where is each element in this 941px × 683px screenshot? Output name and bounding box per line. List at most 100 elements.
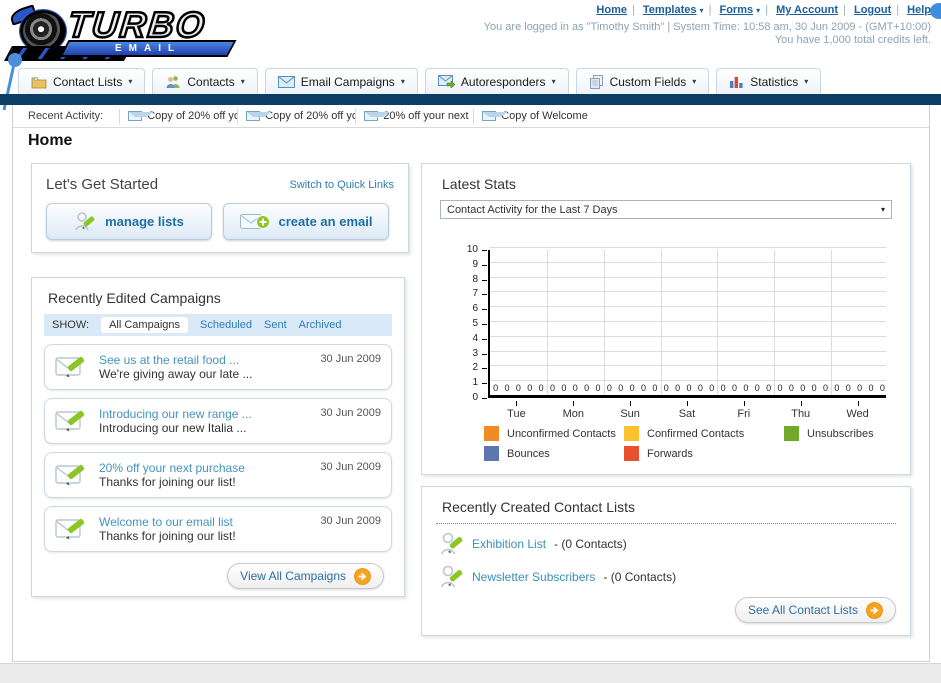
campaign-title-link[interactable]: 20% off your next purchase (99, 461, 310, 475)
tab-email-campaigns[interactable]: Email Campaigns ▾ (264, 68, 418, 94)
recent-activity-item[interactable]: Copy of 20% off yc (237, 108, 355, 124)
filter-archived[interactable]: Archived (299, 319, 342, 331)
see-all-contact-lists-label: See All Contact Lists (747, 603, 858, 617)
campaign-date: 30 Jun 2009 (320, 407, 381, 419)
switch-quick-links-link[interactable]: Switch to Quick Links (289, 179, 394, 191)
nav-link-templates[interactable]: Templates (643, 4, 697, 16)
chart-gridline (490, 261, 886, 263)
contact-list-link[interactable]: Exhibition List (472, 537, 546, 551)
chart-value-label: 0 (686, 383, 692, 393)
chart-gridline (490, 335, 886, 337)
tab-custom-fields[interactable]: Custom Fields ▾ (575, 68, 710, 94)
campaign-subtitle: Introducing our new Italia ... (99, 421, 247, 435)
chart-xtick-mark (516, 401, 518, 406)
caret-down-icon: ▾ (551, 77, 556, 86)
caret-down-icon[interactable]: ▾ (700, 6, 704, 15)
top-nav: Home | Templates ▾ | Forms ▾ | My Account | … (596, 4, 931, 16)
campaign-title-link[interactable]: See us at the retail food ... (99, 353, 310, 367)
chart-legend: Unconfirmed Contacts Confirmed Contacts Un… (484, 426, 934, 461)
tab-label: Custom Fields (609, 74, 687, 89)
tab-contacts[interactable]: Contacts ▾ (152, 68, 258, 94)
chart-value-label: 0 (879, 383, 885, 393)
legend-item: Forwards (624, 446, 784, 461)
envelope-icon (482, 111, 508, 121)
dotted-separator (436, 523, 896, 524)
chart-plot: 00000000000000000000000000000000000 (488, 247, 886, 398)
nav-link-logout[interactable]: Logout (854, 4, 891, 16)
campaign-card[interactable]: See us at the retail food ... We're givi… (44, 344, 392, 390)
chart-value-label: 0 (868, 383, 874, 393)
chart-value-label: 0 (652, 383, 658, 393)
recent-activity-item[interactable]: Copy of Welcome tc (473, 108, 591, 124)
chart-value-label: 0 (584, 383, 590, 393)
caret-down-icon[interactable]: ▾ (756, 6, 760, 15)
filter-scheduled[interactable]: Scheduled (200, 319, 252, 331)
nav-link-help[interactable]: Help (907, 4, 931, 16)
tab-label: Statistics (750, 74, 799, 89)
chart-value-label: 0 (697, 383, 703, 393)
contact-list-count: - (0 Contacts) (603, 570, 677, 584)
view-all-campaigns-label: View All Campaigns (240, 569, 346, 583)
contact-lists-panel: Recently Created Contact Lists Exhibitio… (421, 486, 911, 636)
chart-value-label: 0 (743, 383, 749, 393)
tab-contact-lists[interactable]: Contact Lists ▾ (18, 68, 146, 94)
caret-down-icon: ▾ (692, 77, 697, 86)
chart-gridline (490, 247, 886, 248)
contact-list-item: Exhibition List - (0 Contacts) (440, 531, 910, 557)
chart-value-label: 0 (811, 383, 817, 393)
folder-icon (31, 76, 47, 88)
get-started-panel: Let's Get Started Switch to Quick Links … (31, 163, 409, 253)
campaign-title-link[interactable]: Welcome to our email list (99, 515, 310, 529)
recent-activity-item[interactable]: 20% off your next (355, 108, 473, 124)
turbo-logo: TURBO EMAIL (4, 2, 246, 62)
view-all-campaigns-button[interactable]: View All Campaigns (227, 563, 384, 589)
campaign-title-link[interactable]: Introducing our new range ... (99, 407, 310, 421)
recent-activity-label: Recent Activity: (28, 110, 104, 122)
chart-xtick-mark (743, 401, 745, 406)
envelope-pencil-icon (55, 518, 85, 540)
campaign-date: 30 Jun 2009 (320, 515, 381, 527)
chart-ytick-mark (482, 294, 487, 296)
chart-value-label: 0 (857, 383, 863, 393)
filter-sent[interactable]: Sent (264, 319, 287, 331)
nav-link-forms[interactable]: Forms (719, 4, 753, 16)
filter-all-campaigns[interactable]: All Campaigns (101, 317, 188, 333)
nav-link-my-account[interactable]: My Account (776, 4, 838, 16)
chart-value-label: 0 (629, 383, 635, 393)
chart-gridline (490, 365, 886, 367)
chart-gridline (490, 321, 886, 322)
stats-report-select[interactable]: Contact Activity for the Last 7 Days ▾ (440, 200, 892, 219)
chart-value-label: 0 (777, 383, 783, 393)
nav-link-home[interactable]: Home (596, 4, 627, 16)
envelope-plus-icon (239, 213, 270, 229)
campaign-card[interactable]: Welcome to our email list Thanks for joi… (44, 506, 392, 552)
person-pencil-icon (440, 565, 463, 588)
help-bubble-icon[interactable] (930, 3, 941, 19)
chart-gridline (490, 276, 886, 278)
create-email-button[interactable]: create an email (223, 203, 389, 240)
chart-ytick-label: 3 (472, 347, 478, 359)
chart-xtick-label: Fri (737, 408, 751, 420)
manage-lists-label: manage lists (105, 214, 184, 229)
chart-value-label: 0 (754, 383, 760, 393)
recent-activity-item[interactable]: Copy of 20% off yc (119, 108, 237, 124)
chart-gridline (831, 250, 833, 395)
contact-list-link[interactable]: Newsletter Subscribers (472, 570, 595, 584)
chart-ytick-label: 6 (472, 303, 478, 315)
chart-ytick-mark (482, 368, 487, 370)
footer-strip (0, 663, 941, 683)
legend-swatch-icon (624, 426, 639, 441)
caret-down-icon: ▾ (400, 77, 405, 86)
tab-statistics[interactable]: Statistics ▾ (716, 68, 822, 94)
campaign-card[interactable]: Introducing our new range ... Introducin… (44, 398, 392, 444)
see-all-contact-lists-button[interactable]: See All Contact Lists (734, 597, 896, 623)
tab-autoresponders[interactable]: Autoresponders ▾ (424, 68, 569, 94)
campaign-filter-bar: SHOW: All Campaigns Scheduled Sent Archi… (44, 314, 392, 336)
manage-lists-button[interactable]: manage lists (46, 203, 212, 240)
credits-info: You have 1,000 total credits left. (774, 34, 931, 46)
campaigns-panel: Recently Edited Campaigns SHOW: All Camp… (31, 277, 405, 597)
campaign-card[interactable]: 20% off your next purchase Thanks for jo… (44, 452, 392, 498)
chart-ytick-mark (482, 383, 487, 385)
tab-label: Contacts (187, 74, 235, 89)
chart-xtick-mark (687, 401, 688, 406)
